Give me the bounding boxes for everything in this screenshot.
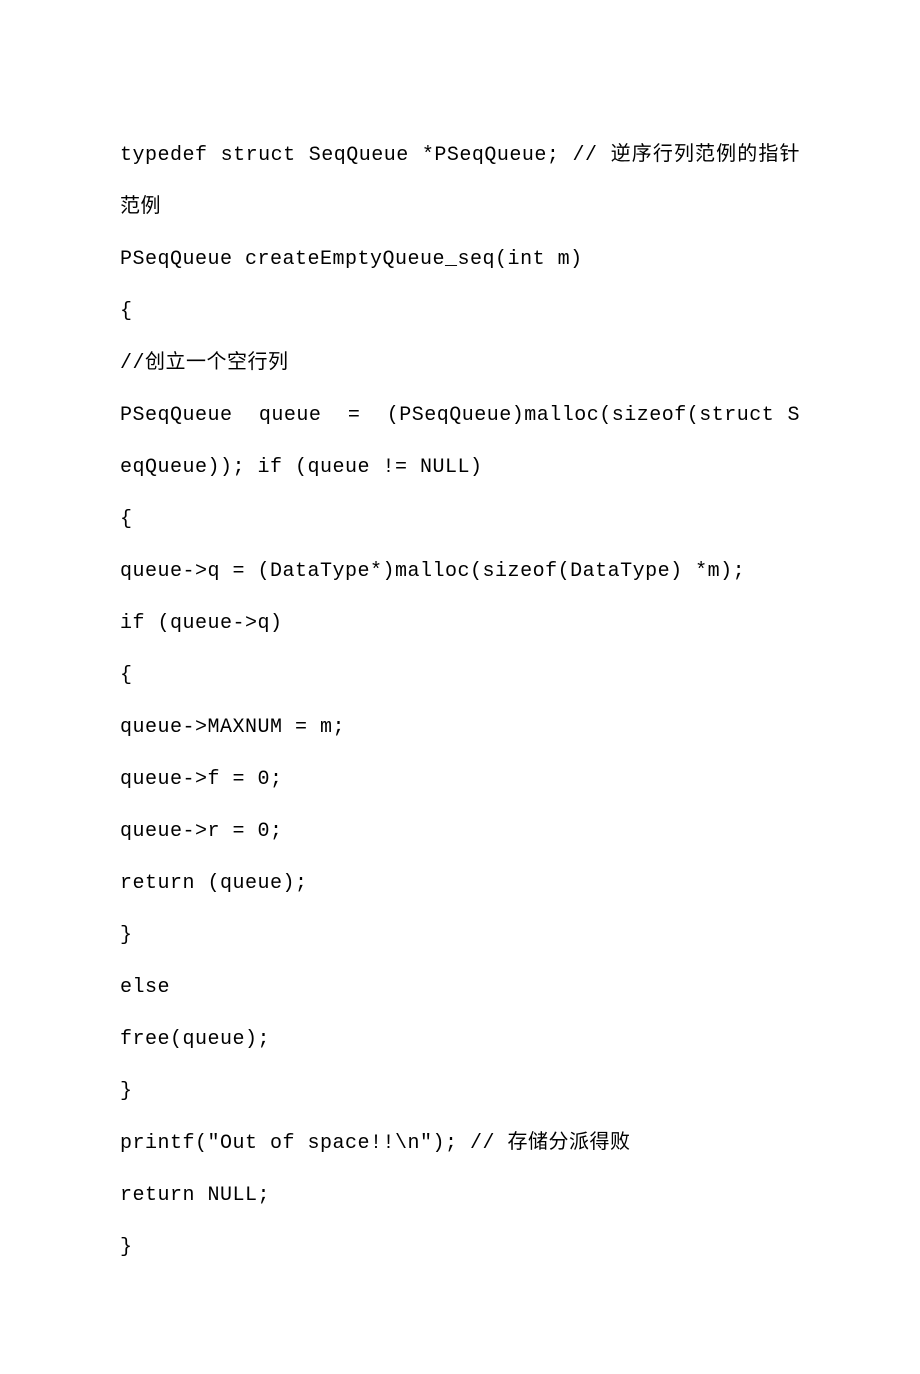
code-line: return NULL; — [120, 1170, 800, 1222]
document-page: typedef struct SeqQueue *PSeqQueue; // 逆… — [0, 0, 920, 1374]
code-line: } — [120, 1066, 800, 1118]
code-line: PSeqQueue createEmptyQueue_seq(int m) — [120, 234, 800, 286]
code-line: return (queue); — [120, 858, 800, 910]
code-line: { — [120, 650, 800, 702]
code-line: } — [120, 1222, 800, 1274]
code-line: queue->q = (DataType*)malloc(sizeof(Data… — [120, 546, 800, 598]
code-line: printf("Out of space!!\n"); // 存储分派得败 — [120, 1118, 800, 1170]
code-line: { — [120, 494, 800, 546]
code-line: queue->MAXNUM = m; — [120, 702, 800, 754]
code-line: } — [120, 910, 800, 962]
code-line: { — [120, 286, 800, 338]
code-line: PSeqQueue queue = (PSeqQueue)malloc(size… — [120, 390, 800, 494]
code-line: free(queue); — [120, 1014, 800, 1066]
code-line: queue->f = 0; — [120, 754, 800, 806]
code-line: if (queue->q) — [120, 598, 800, 650]
code-line: else — [120, 962, 800, 1014]
code-line: queue->r = 0; — [120, 806, 800, 858]
code-line: typedef struct SeqQueue *PSeqQueue; // 逆… — [120, 130, 800, 234]
code-line: //创立一个空行列 — [120, 338, 800, 390]
code-block: typedef struct SeqQueue *PSeqQueue; // 逆… — [120, 130, 800, 1274]
